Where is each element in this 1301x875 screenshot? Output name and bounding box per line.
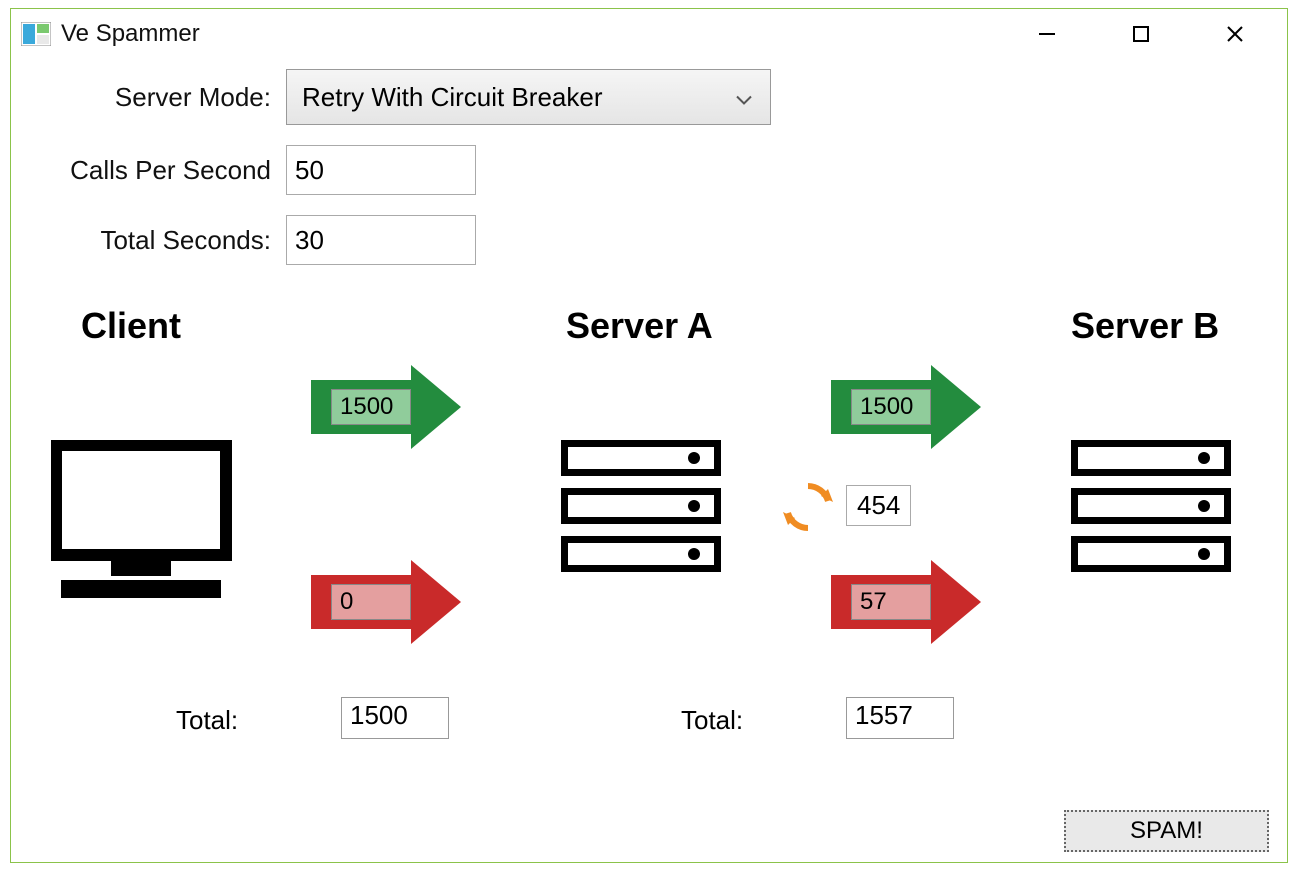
calls-per-second-label: Calls Per Second [41,155,286,186]
server-a-icon [561,440,721,584]
servera-success-arrow: 1500 [831,365,981,449]
spam-button-label: SPAM! [1130,817,1203,845]
maximize-button[interactable] [1129,22,1153,46]
server-a-heading: Server A [566,305,713,347]
servera-total-label: Total: [681,705,743,736]
client-total-value: 1500 [341,697,449,739]
diagram-area: Client Server A Server B 1500 [11,285,1287,865]
client-fail-value: 0 [331,584,411,620]
titlebar: Ve Spammer [11,9,1287,59]
servera-fail-value: 57 [851,584,931,620]
window-controls [1035,22,1247,46]
total-seconds-input[interactable] [286,215,476,265]
calls-per-second-input[interactable] [286,145,476,195]
client-fail-arrow: 0 [311,560,461,644]
servera-success-value: 1500 [851,389,931,425]
app-window: Ve Spammer Server Mode: Retry With Circu… [10,8,1288,863]
chevron-down-icon [736,82,752,113]
server-mode-label: Server Mode: [41,82,286,113]
servera-total-value: 1557 [846,697,954,739]
server-mode-dropdown[interactable]: Retry With Circuit Breaker [286,69,771,125]
client-heading: Client [81,305,181,347]
server-b-heading: Server B [1071,305,1219,347]
server-mode-value: Retry With Circuit Breaker [302,82,603,113]
server-b-icon [1071,440,1231,584]
app-title: Ve Spammer [61,20,200,48]
minimize-button[interactable] [1035,22,1059,46]
retry-icon [781,480,835,539]
client-success-value: 1500 [331,389,411,425]
app-icon [21,22,51,46]
client-total-label: Total: [176,705,238,736]
servera-fail-arrow: 57 [831,560,981,644]
client-icon [51,440,241,615]
total-seconds-label: Total Seconds: [41,225,286,256]
close-button[interactable] [1223,22,1247,46]
retry-value: 454 [846,485,911,526]
form-area: Server Mode: Retry With Circuit Breaker … [11,59,1287,265]
spam-button[interactable]: SPAM! [1064,810,1269,852]
client-success-arrow: 1500 [311,365,461,449]
